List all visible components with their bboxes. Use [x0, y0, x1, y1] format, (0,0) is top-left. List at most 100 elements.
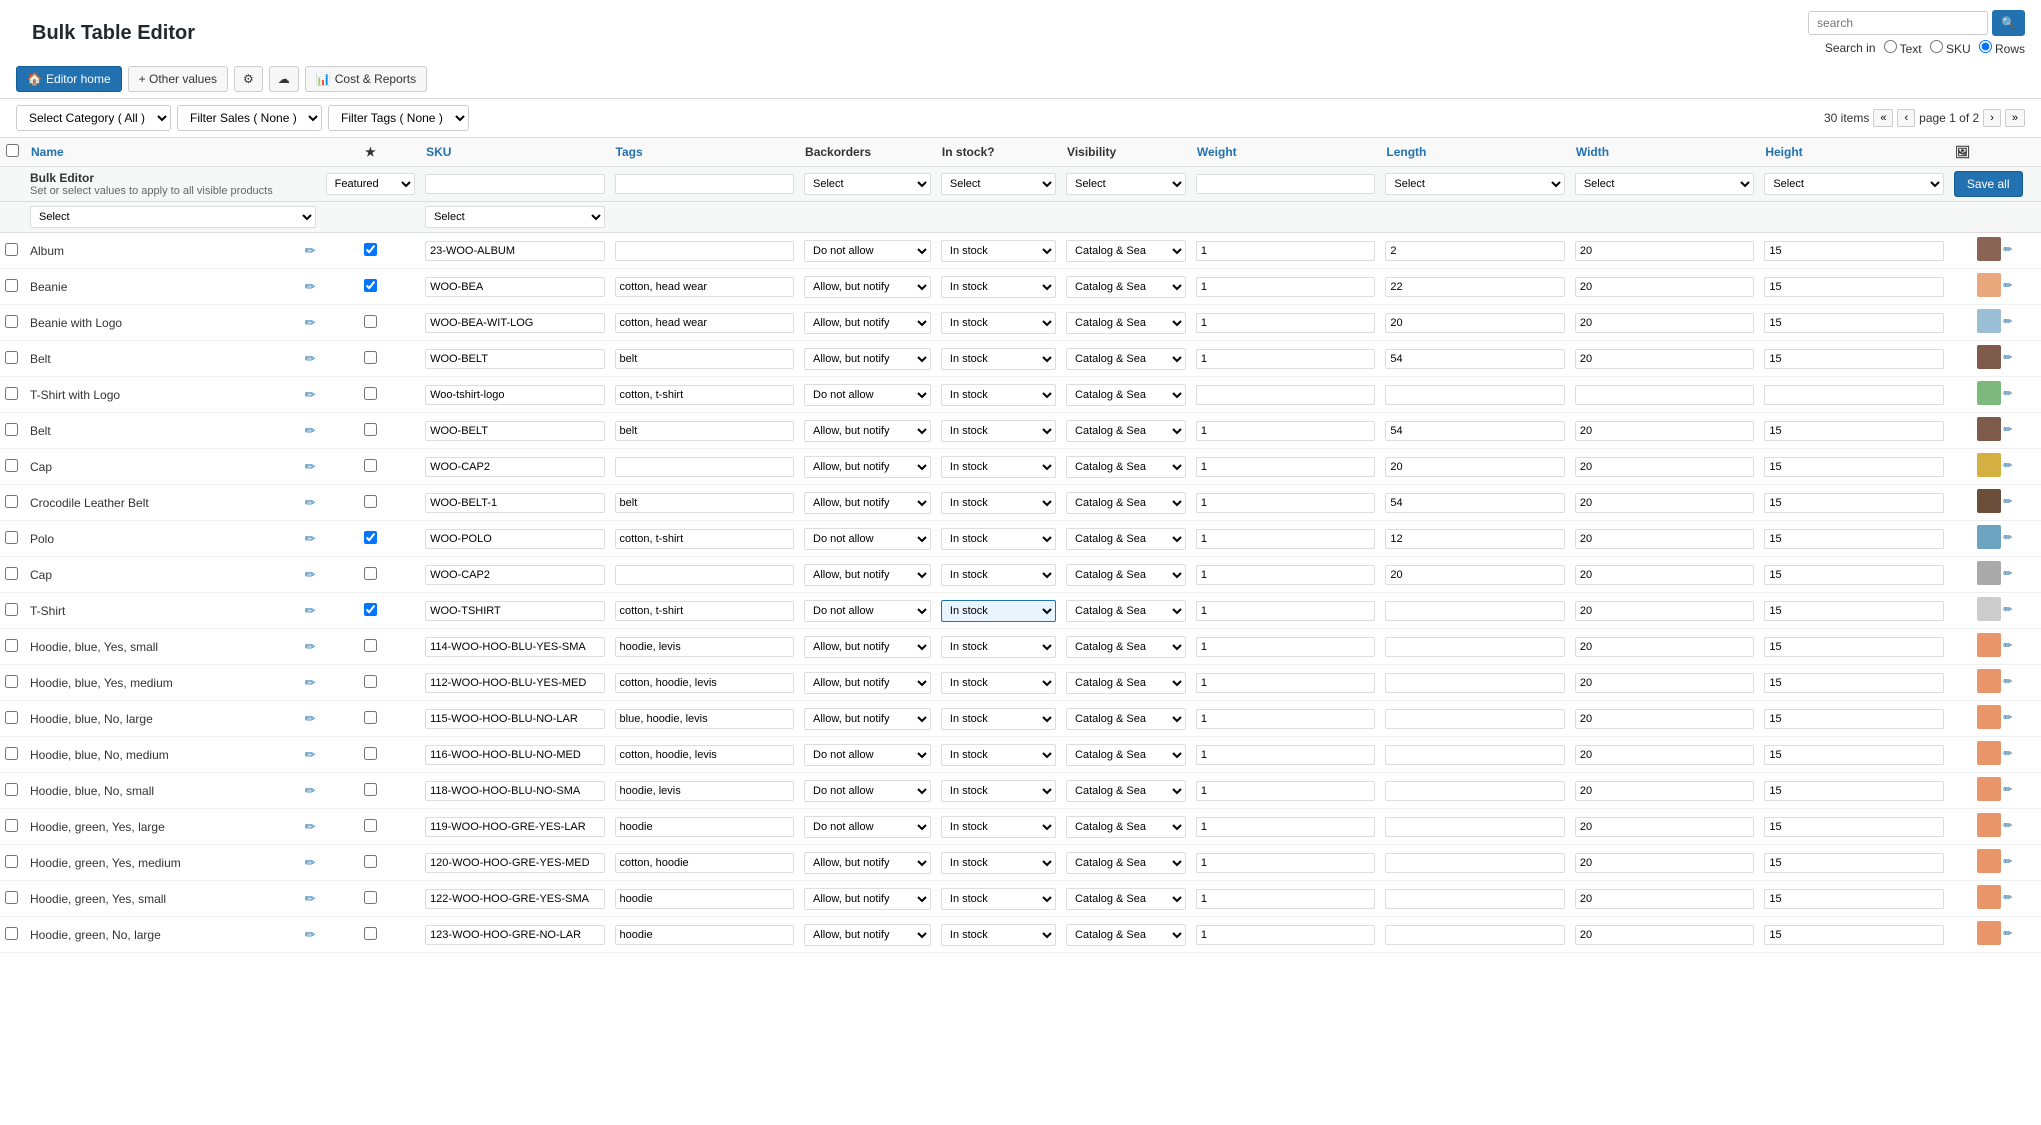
featured-checkbox-7[interactable]: [364, 495, 377, 508]
bulk-stock-select[interactable]: Select: [941, 173, 1056, 195]
stock-select-19[interactable]: In stock Out of stock On backorder: [941, 924, 1056, 946]
img-edit-icon-7[interactable]: ✏: [2003, 495, 2012, 508]
row-checkbox-6[interactable]: [5, 459, 18, 472]
visibility-select-17[interactable]: Catalog & Sea Catalog Search Hidden: [1066, 852, 1186, 874]
edit-icon-6[interactable]: ✏: [305, 459, 316, 475]
weight-input-5[interactable]: [1196, 421, 1375, 441]
length-input-8[interactable]: [1385, 529, 1564, 549]
category-filter[interactable]: Select Category ( All ): [16, 105, 171, 131]
weight-input-17[interactable]: [1196, 853, 1375, 873]
edit-icon-12[interactable]: ✏: [305, 675, 316, 691]
backorders-select-15[interactable]: Do not allow Allow, but notify Allow: [804, 780, 931, 802]
backorders-select-6[interactable]: Do not allow Allow, but notify Allow: [804, 456, 931, 478]
img-edit-icon-9[interactable]: ✏: [2003, 567, 2012, 580]
visibility-select-9[interactable]: Catalog & Sea Catalog Search Hidden: [1066, 564, 1186, 586]
bulk-tags-input[interactable]: [615, 174, 794, 194]
img-edit-icon-13[interactable]: ✏: [2003, 711, 2012, 724]
featured-checkbox-3[interactable]: [364, 351, 377, 364]
row-checkbox-11[interactable]: [5, 639, 18, 652]
edit-icon-13[interactable]: ✏: [305, 711, 316, 727]
row-checkbox-10[interactable]: [5, 603, 18, 616]
sku-input-9[interactable]: [425, 565, 604, 585]
height-input-7[interactable]: [1764, 493, 1943, 513]
edit-icon-18[interactable]: ✏: [305, 891, 316, 907]
stock-select-1[interactable]: In stock Out of stock On backorder: [941, 276, 1056, 298]
visibility-select-2[interactable]: Catalog & Sea Catalog Search Hidden: [1066, 312, 1186, 334]
row-checkbox-2[interactable]: [5, 315, 18, 328]
width-input-13[interactable]: [1575, 709, 1754, 729]
backorders-select-8[interactable]: Do not allow Allow, but notify Allow: [804, 528, 931, 550]
weight-input-4[interactable]: [1196, 385, 1375, 405]
height-input-3[interactable]: [1764, 349, 1943, 369]
row-checkbox-16[interactable]: [5, 819, 18, 832]
edit-icon-15[interactable]: ✏: [305, 783, 316, 799]
length-input-16[interactable]: [1385, 817, 1564, 837]
stock-select-4[interactable]: In stock Out of stock On backorder: [941, 384, 1056, 406]
bulk-height-select[interactable]: Select: [1764, 173, 1943, 195]
height-input-19[interactable]: [1764, 925, 1943, 945]
stock-select-11[interactable]: In stock Out of stock On backorder: [941, 636, 1056, 658]
row-checkbox-3[interactable]: [5, 351, 18, 364]
weight-input-6[interactable]: [1196, 457, 1375, 477]
sku-input-11[interactable]: [425, 637, 604, 657]
visibility-select-0[interactable]: Catalog & Sea Catalog Search Hidden: [1066, 240, 1186, 262]
sku-input-17[interactable]: [425, 853, 604, 873]
weight-input-19[interactable]: [1196, 925, 1375, 945]
width-input-8[interactable]: [1575, 529, 1754, 549]
width-input-14[interactable]: [1575, 745, 1754, 765]
width-input-15[interactable]: [1575, 781, 1754, 801]
stock-select-3[interactable]: In stock Out of stock On backorder: [941, 348, 1056, 370]
img-edit-icon-3[interactable]: ✏: [2003, 351, 2012, 364]
row-checkbox-8[interactable]: [5, 531, 18, 544]
bulk-width-select[interactable]: Select: [1575, 173, 1754, 195]
visibility-select-3[interactable]: Catalog & Sea Catalog Search Hidden: [1066, 348, 1186, 370]
stock-select-5[interactable]: In stock Out of stock On backorder: [941, 420, 1056, 442]
sales-filter[interactable]: Filter Sales ( None ): [177, 105, 322, 131]
featured-checkbox-15[interactable]: [364, 783, 377, 796]
width-input-17[interactable]: [1575, 853, 1754, 873]
length-input-12[interactable]: [1385, 673, 1564, 693]
width-input-3[interactable]: [1575, 349, 1754, 369]
width-input-12[interactable]: [1575, 673, 1754, 693]
height-input-0[interactable]: [1764, 241, 1943, 261]
stock-select-14[interactable]: In stock Out of stock On backorder: [941, 744, 1056, 766]
height-input-2[interactable]: [1764, 313, 1943, 333]
weight-input-10[interactable]: [1196, 601, 1375, 621]
weight-input-9[interactable]: [1196, 565, 1375, 585]
backorders-select-1[interactable]: Do not allow Allow, but notify Allow: [804, 276, 931, 298]
length-input-6[interactable]: [1385, 457, 1564, 477]
tags-input-12[interactable]: [615, 673, 794, 693]
length-input-0[interactable]: [1385, 241, 1564, 261]
visibility-select-14[interactable]: Catalog & Sea Catalog Search Hidden: [1066, 744, 1186, 766]
img-edit-icon-19[interactable]: ✏: [2003, 927, 2012, 940]
edit-icon-7[interactable]: ✏: [305, 495, 316, 511]
sku-input-14[interactable]: [425, 745, 604, 765]
search-rows-option[interactable]: Rows: [1979, 40, 2025, 56]
width-input-7[interactable]: [1575, 493, 1754, 513]
edit-icon-3[interactable]: ✏: [305, 351, 316, 367]
weight-input-16[interactable]: [1196, 817, 1375, 837]
prev-page-button[interactable]: ‹: [1897, 109, 1915, 127]
edit-icon-14[interactable]: ✏: [305, 747, 316, 763]
length-input-9[interactable]: [1385, 565, 1564, 585]
width-input-5[interactable]: [1575, 421, 1754, 441]
width-input-1[interactable]: [1575, 277, 1754, 297]
height-input-9[interactable]: [1764, 565, 1943, 585]
tags-filter[interactable]: Filter Tags ( None ): [328, 105, 469, 131]
visibility-select-7[interactable]: Catalog & Sea Catalog Search Hidden: [1066, 492, 1186, 514]
img-edit-icon-0[interactable]: ✏: [2003, 243, 2012, 256]
tags-input-11[interactable]: [615, 637, 794, 657]
width-input-0[interactable]: [1575, 241, 1754, 261]
tags-input-4[interactable]: [615, 385, 794, 405]
col-length-header[interactable]: Length: [1380, 138, 1569, 167]
row-checkbox-13[interactable]: [5, 711, 18, 724]
height-input-16[interactable]: [1764, 817, 1943, 837]
last-page-button[interactable]: »: [2005, 109, 2025, 127]
featured-checkbox-1[interactable]: [364, 279, 377, 292]
length-input-18[interactable]: [1385, 889, 1564, 909]
edit-icon-11[interactable]: ✏: [305, 639, 316, 655]
featured-checkbox-5[interactable]: [364, 423, 377, 436]
tags-input-17[interactable]: [615, 853, 794, 873]
visibility-select-12[interactable]: Catalog & Sea Catalog Search Hidden: [1066, 672, 1186, 694]
sku-input-5[interactable]: [425, 421, 604, 441]
